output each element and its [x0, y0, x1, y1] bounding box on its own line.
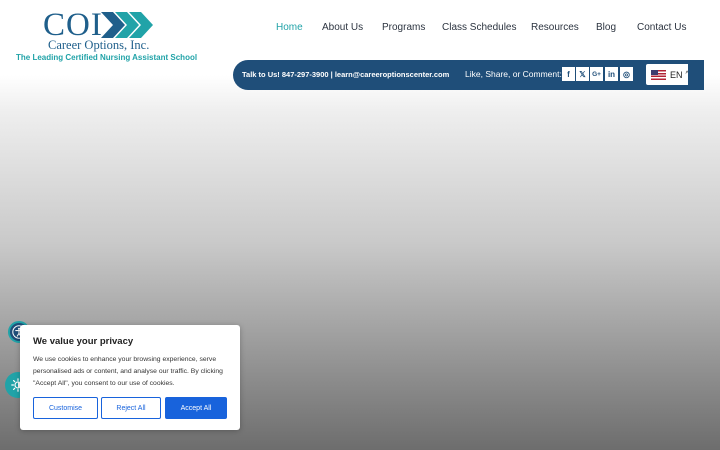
chevron-up-icon: ^: [685, 70, 689, 78]
reject-all-button[interactable]: Reject All: [101, 397, 161, 419]
nav-item-class-schedules[interactable]: Class Schedules: [442, 21, 516, 35]
linkedin-icon[interactable]: in: [605, 67, 618, 81]
nav-item-programs[interactable]: Programs: [382, 21, 425, 35]
nav-item-blog[interactable]: Blog: [596, 21, 616, 35]
instagram-icon[interactable]: ◎: [620, 67, 633, 81]
facebook-icon[interactable]: f: [562, 67, 575, 81]
nav-item-resources[interactable]: Resources: [531, 21, 579, 35]
language-code: EN: [670, 69, 683, 80]
logo-company-name: Career Options, Inc.: [48, 38, 150, 52]
google-plus-icon[interactable]: G+: [590, 67, 603, 81]
logo-text: COI: [43, 7, 103, 43]
chevrons-icon: [101, 12, 153, 38]
contact-bar: Talk to Us! 847-297-3900 | learn@careero…: [233, 60, 704, 90]
customise-button[interactable]: Customise: [33, 397, 98, 419]
cookie-description: We use cookies to enhance your browsing …: [33, 356, 223, 387]
logo-tagline: The Leading Certified Nursing Assistant …: [16, 53, 198, 62]
accept-all-button[interactable]: Accept All: [165, 397, 227, 419]
language-selector[interactable]: EN ^: [646, 64, 694, 85]
us-flag-icon: [651, 69, 666, 80]
site-logo[interactable]: COI Career Options, Inc. The Leading Cer…: [14, 7, 198, 65]
x-icon[interactable]: 𝕏: [576, 67, 589, 81]
share-label: Like, Share, or Comment:: [465, 69, 562, 79]
contact-info[interactable]: Talk to Us! 847-297-3900 | learn@careero…: [242, 69, 449, 80]
cookie-consent-banner: We value your privacy We use cookies to …: [20, 325, 240, 430]
nav-item-home[interactable]: Home: [276, 21, 303, 35]
cookie-title: We value your privacy: [33, 336, 134, 347]
nav-item-contact-us[interactable]: Contact Us: [637, 21, 686, 35]
nav-item-about-us[interactable]: About Us: [322, 21, 363, 35]
